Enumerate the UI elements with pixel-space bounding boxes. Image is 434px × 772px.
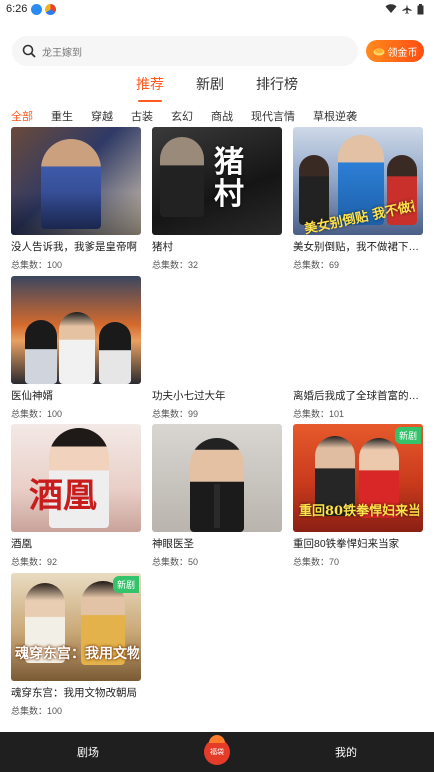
drama-episodes: 总集数：92 bbox=[11, 557, 58, 567]
drama-title: 美女别倒贴，我不做裙下之臣 bbox=[293, 241, 423, 253]
category-fantasy[interactable]: 玄幻 bbox=[171, 108, 193, 124]
nav-mine[interactable]: 我的 bbox=[286, 744, 406, 760]
claim-gold-button[interactable]: 领金币 bbox=[366, 40, 424, 62]
poster-title-art: 猪村 bbox=[214, 145, 244, 212]
drama-title: 酒凰 bbox=[11, 538, 32, 550]
drama-poster[interactable]: 新剧 魂穿东宫：我用文物改朝局 bbox=[11, 573, 141, 681]
poster-title-art: 魂穿东宫：我用文物改朝局 bbox=[15, 646, 139, 662]
drama-card[interactable]: 离婚后我成了全球首富的外孙 总集数：101 bbox=[293, 276, 423, 420]
drama-card[interactable]: 神眼医圣 总集数：50 bbox=[152, 424, 282, 568]
drama-episodes: 总集数：50 bbox=[152, 557, 199, 567]
category-tabs: 全部 重生 穿越 古装 玄幻 商战 现代言情 草根逆袭 bbox=[11, 108, 375, 124]
app-notification-icon bbox=[45, 3, 57, 15]
drama-episodes: 总集数：32 bbox=[152, 260, 199, 270]
drama-poster[interactable]: 猪村 bbox=[152, 127, 282, 235]
download-notification-icon bbox=[31, 3, 43, 15]
coin-icon bbox=[373, 48, 384, 55]
drama-title: 离婚后我成了全球首富的外孙 bbox=[293, 390, 423, 402]
drama-poster[interactable] bbox=[11, 276, 141, 384]
drama-episodes: 总集数：101 bbox=[293, 409, 345, 419]
category-modern-romance[interactable]: 现代言情 bbox=[251, 108, 295, 124]
tab-recommend[interactable]: 推荐 bbox=[136, 74, 164, 102]
tab-new-dramas[interactable]: 新剧 bbox=[196, 74, 224, 102]
claim-gold-label: 领金币 bbox=[387, 47, 418, 59]
drama-poster[interactable]: 酒凰 bbox=[11, 424, 141, 532]
drama-poster[interactable] bbox=[152, 424, 282, 532]
status-time: 6:26 bbox=[6, 3, 28, 15]
battery-icon bbox=[417, 3, 424, 14]
drama-episodes: 总集数：70 bbox=[293, 557, 340, 567]
category-rebirth[interactable]: 重生 bbox=[51, 108, 73, 124]
search-icon bbox=[22, 44, 36, 58]
drama-title: 神眼医圣 bbox=[152, 538, 194, 550]
drama-card[interactable]: 没人告诉我，我爹是皇帝啊 总集数：100 bbox=[11, 127, 141, 271]
drama-poster[interactable] bbox=[11, 127, 141, 235]
category-costume[interactable]: 古装 bbox=[131, 108, 153, 124]
drama-title: 魂穿东宫：我用文物改朝局 bbox=[11, 687, 137, 699]
drama-poster[interactable]: 新剧 重回80铁拳悍妇来当家 bbox=[293, 424, 423, 532]
drama-episodes: 总集数：69 bbox=[293, 260, 340, 270]
drama-card[interactable]: 新剧 重回80铁拳悍妇来当家 重回80铁拳悍妇来当家 总集数：70 bbox=[293, 424, 423, 568]
airplane-icon bbox=[402, 4, 412, 14]
drama-poster-placeholder[interactable] bbox=[152, 276, 282, 384]
main-tabs: 推荐 新剧 排行榜 bbox=[0, 74, 434, 102]
nav-lucky-bag-label: 福袋 bbox=[210, 749, 224, 756]
drama-title: 重回80铁拳悍妇来当家 bbox=[293, 538, 400, 550]
tab-ranking[interactable]: 排行榜 bbox=[256, 74, 298, 102]
new-drama-badge: 新剧 bbox=[394, 427, 421, 444]
drama-episodes: 总集数：99 bbox=[152, 409, 199, 419]
poster-title-art: 重回80铁拳悍妇来当家 bbox=[299, 504, 419, 519]
search-input[interactable]: 龙王嫁到 bbox=[12, 36, 358, 66]
drama-card[interactable]: 美女别倒贴 我不做裙下之臣 美女别倒贴，我不做裙下之臣 总集数：69 bbox=[293, 127, 423, 271]
category-all[interactable]: 全部 bbox=[11, 108, 33, 124]
nav-theater[interactable]: 剧场 bbox=[28, 744, 148, 760]
drama-card[interactable]: 功夫小七过大年 总集数：99 bbox=[152, 276, 282, 420]
bottom-nav: 剧场 福袋 我的 bbox=[0, 732, 434, 772]
category-business[interactable]: 商战 bbox=[211, 108, 233, 124]
drama-card[interactable]: 医仙神婿 总集数：100 bbox=[11, 276, 141, 420]
drama-title: 医仙神婿 bbox=[11, 390, 53, 402]
drama-episodes: 总集数：100 bbox=[11, 706, 63, 716]
drama-episodes: 总集数：100 bbox=[11, 409, 63, 419]
category-time-travel[interactable]: 穿越 bbox=[91, 108, 113, 124]
drama-title: 猪村 bbox=[152, 241, 173, 253]
status-bar: 6:26 bbox=[0, 0, 434, 18]
wifi-icon bbox=[385, 4, 397, 13]
drama-poster[interactable]: 美女别倒贴 我不做裙下之臣 bbox=[293, 127, 423, 235]
search-placeholder: 龙王嫁到 bbox=[42, 47, 82, 59]
new-drama-badge: 新剧 bbox=[112, 576, 139, 593]
drama-poster-placeholder[interactable] bbox=[293, 276, 423, 384]
nav-lucky-bag-button[interactable]: 福袋 bbox=[204, 735, 230, 765]
poster-title-art: 酒凰 bbox=[29, 476, 97, 516]
search-row: 龙王嫁到 领金币 bbox=[12, 36, 424, 66]
drama-episodes: 总集数：100 bbox=[11, 260, 63, 270]
drama-card[interactable]: 猪村 猪村 总集数：32 bbox=[152, 127, 282, 271]
drama-card[interactable]: 新剧 魂穿东宫：我用文物改朝局 魂穿东宫：我用文物改朝局 总集数：100 bbox=[11, 573, 141, 717]
drama-title: 功夫小七过大年 bbox=[152, 390, 226, 402]
drama-title: 没人告诉我，我爹是皇帝啊 bbox=[11, 241, 137, 253]
drama-card[interactable]: 酒凰 酒凰 总集数：92 bbox=[11, 424, 141, 568]
category-underdog[interactable]: 草根逆袭 bbox=[313, 108, 357, 124]
